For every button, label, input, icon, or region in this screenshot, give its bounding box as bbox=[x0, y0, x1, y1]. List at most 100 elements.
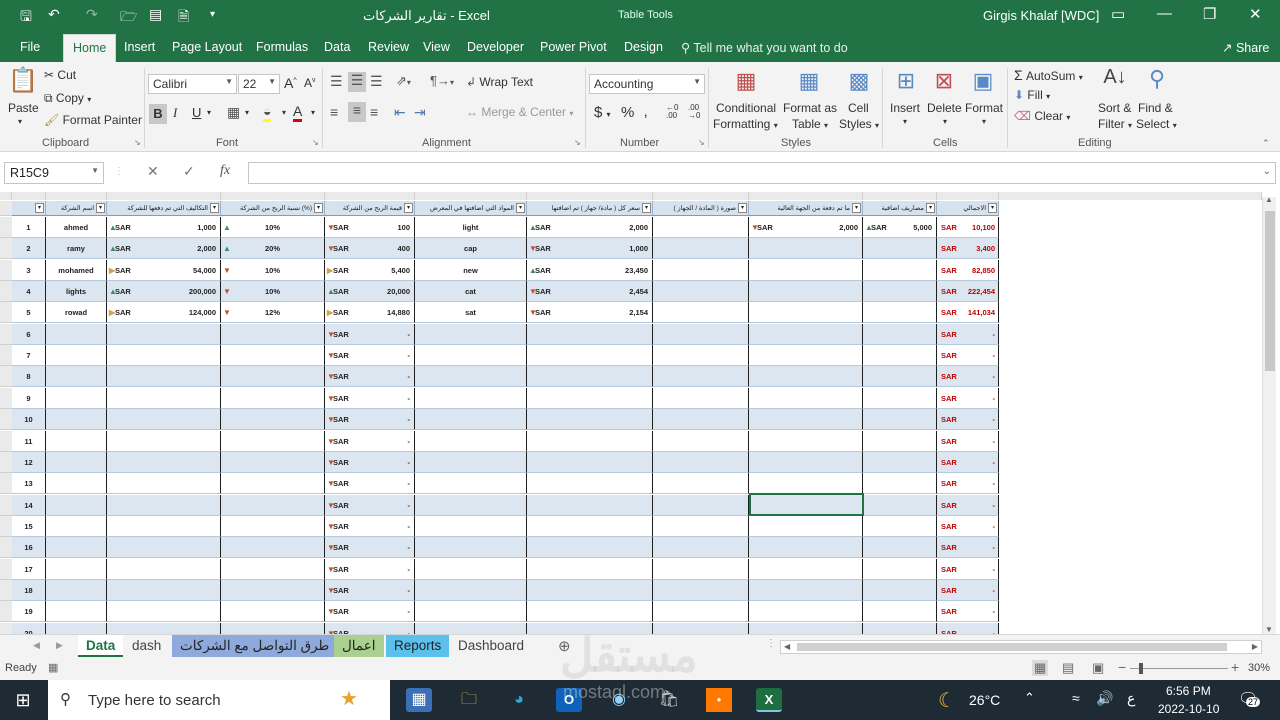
cut-button[interactable]: ✂ Cut bbox=[44, 68, 76, 82]
row-number-cell[interactable]: 6 bbox=[12, 324, 46, 345]
profit-value-cell[interactable]: ▼ SAR - bbox=[325, 623, 415, 634]
company-name-cell[interactable] bbox=[46, 452, 107, 473]
wrap-text-button[interactable]: ↲ Wrap Text bbox=[466, 75, 533, 89]
profit-percent-cell[interactable] bbox=[221, 409, 325, 430]
price-cell[interactable]: ▲ SAR 23,450 bbox=[527, 260, 653, 281]
price-cell[interactable]: ▲ SAR 2,000 bbox=[527, 217, 653, 238]
currency-format-icon[interactable]: $ ▾ bbox=[594, 104, 611, 121]
total-cell[interactable]: SAR - bbox=[937, 601, 999, 622]
input-language[interactable]: ع bbox=[1127, 690, 1135, 707]
italic-button[interactable]: I bbox=[173, 105, 177, 121]
paid-cell[interactable] bbox=[749, 238, 863, 259]
extra-cell[interactable] bbox=[863, 260, 937, 281]
filter-dropdown-icon[interactable]: ▾ bbox=[35, 203, 44, 213]
profit-percent-cell[interactable] bbox=[221, 388, 325, 409]
sort-filter-icon[interactable]: A↓ bbox=[1100, 66, 1130, 96]
item-cell[interactable]: sat bbox=[415, 302, 527, 323]
column-header[interactable] bbox=[107, 192, 221, 200]
row-number-cell[interactable]: 20 bbox=[12, 623, 46, 634]
sort-filter-label-2[interactable]: Filter ▾ bbox=[1098, 117, 1132, 131]
clear-button[interactable]: ⌫ Clear ▾ bbox=[1014, 109, 1070, 123]
tab-review[interactable]: Review bbox=[368, 40, 409, 54]
conditional-formatting-label-2[interactable]: Formatting ▾ bbox=[713, 117, 778, 131]
price-cell[interactable] bbox=[527, 537, 653, 558]
table-header-cell[interactable]: سعر كل ( مادة/ جهاز ) تم اضافتها ▾ bbox=[527, 201, 653, 216]
formula-input[interactable]: ⌄ bbox=[248, 162, 1276, 184]
paid-cell[interactable] bbox=[749, 260, 863, 281]
collapse-ribbon-icon[interactable]: ⌃ bbox=[1262, 138, 1270, 149]
page-break-view-icon[interactable]: ▣ bbox=[1092, 660, 1104, 676]
macro-record-icon[interactable]: ▦ bbox=[48, 661, 58, 674]
volume-icon[interactable]: 🔊 bbox=[1096, 690, 1113, 707]
sheet-tab-dashboard[interactable]: Dashboard bbox=[450, 635, 532, 657]
row-number-cell[interactable]: 4 bbox=[12, 281, 46, 302]
tab-formulas[interactable]: Formulas bbox=[256, 40, 308, 54]
extra-cell[interactable] bbox=[863, 473, 937, 494]
extra-cell[interactable] bbox=[863, 559, 937, 580]
image-cell[interactable] bbox=[653, 495, 749, 516]
sheet-tab-dash[interactable]: dash bbox=[124, 635, 169, 657]
row-number-cell[interactable]: 8 bbox=[12, 366, 46, 387]
underline-dropdown-icon[interactable]: ▾ bbox=[207, 108, 211, 117]
paid-cell[interactable] bbox=[749, 388, 863, 409]
row-number-cell[interactable]: 12 bbox=[12, 452, 46, 473]
row-number-cell[interactable]: 19 bbox=[12, 601, 46, 622]
profit-percent-cell[interactable]: ▼ 10% bbox=[221, 260, 325, 281]
comma-format-icon[interactable]: ‚ bbox=[644, 103, 647, 120]
profit-value-cell[interactable]: ▼ SAR - bbox=[325, 366, 415, 387]
row-header[interactable] bbox=[0, 345, 12, 366]
decrease-decimal-icon[interactable]: .00 →0 bbox=[688, 104, 700, 120]
insert-cells-icon[interactable]: ⊞ bbox=[892, 68, 920, 96]
profit-percent-cell[interactable] bbox=[221, 366, 325, 387]
cost-cell[interactable]: ▲ SAR 200,000 bbox=[107, 281, 221, 302]
image-cell[interactable] bbox=[653, 601, 749, 622]
paid-cell[interactable] bbox=[749, 431, 863, 452]
paid-cell[interactable] bbox=[749, 366, 863, 387]
orientation-icon[interactable]: ⇗▾ bbox=[396, 73, 411, 89]
profit-percent-cell[interactable] bbox=[221, 601, 325, 622]
close-icon[interactable]: ✕ bbox=[1249, 5, 1262, 23]
item-cell[interactable]: cat bbox=[415, 281, 527, 302]
company-name-cell[interactable] bbox=[46, 345, 107, 366]
paid-cell[interactable] bbox=[749, 281, 863, 302]
shrink-font-icon[interactable]: Av bbox=[304, 76, 316, 90]
profit-percent-cell[interactable] bbox=[221, 345, 325, 366]
total-cell[interactable]: SAR - bbox=[937, 537, 999, 558]
profit-value-cell[interactable]: ▼ SAR - bbox=[325, 495, 415, 516]
profit-value-cell[interactable]: ▼ SAR 400 bbox=[325, 238, 415, 259]
extra-cell[interactable] bbox=[863, 324, 937, 345]
tab-view[interactable]: View bbox=[423, 40, 450, 54]
weather-temperature[interactable]: 26°C bbox=[969, 692, 1000, 708]
borders-dropdown-icon[interactable]: ▾ bbox=[245, 108, 249, 117]
total-cell[interactable]: SAR - bbox=[937, 580, 999, 601]
price-cell[interactable] bbox=[527, 388, 653, 409]
filter-dropdown-icon[interactable]: ▾ bbox=[926, 203, 935, 213]
company-name-cell[interactable] bbox=[46, 388, 107, 409]
horizontal-scrollbar[interactable]: ◀ ▶ bbox=[780, 640, 1262, 654]
align-left-icon[interactable]: ≡ bbox=[330, 104, 338, 120]
cost-cell[interactable] bbox=[107, 366, 221, 387]
paid-cell[interactable] bbox=[749, 324, 863, 345]
extra-cell[interactable] bbox=[863, 388, 937, 409]
row-header[interactable] bbox=[0, 217, 12, 238]
image-cell[interactable] bbox=[653, 217, 749, 238]
extra-cell[interactable] bbox=[863, 601, 937, 622]
company-name-cell[interactable]: lights bbox=[46, 281, 107, 302]
cost-cell[interactable] bbox=[107, 559, 221, 580]
row-number-cell[interactable]: 14 bbox=[12, 495, 46, 516]
row-number-cell[interactable]: 18 bbox=[12, 580, 46, 601]
cost-cell[interactable]: ▶ SAR 124,000 bbox=[107, 302, 221, 323]
total-cell[interactable]: SAR 10,100 bbox=[937, 217, 999, 238]
item-cell[interactable] bbox=[415, 559, 527, 580]
table-header-cell[interactable]: نسبة الربح من الشركة (%) ▾ bbox=[221, 201, 325, 216]
table-header-cell[interactable]: المواد التي اضافتها في المعرض ▾ bbox=[415, 201, 527, 216]
profit-percent-cell[interactable] bbox=[221, 495, 325, 516]
save-icon[interactable]: 🖫 bbox=[20, 6, 32, 30]
edge-icon[interactable]: ◕ bbox=[506, 688, 532, 712]
price-cell[interactable]: ▼ SAR 1,000 bbox=[527, 238, 653, 259]
price-cell[interactable]: ▼ SAR 2,454 bbox=[527, 281, 653, 302]
total-cell[interactable]: SAR - bbox=[937, 366, 999, 387]
row-header[interactable] bbox=[0, 281, 12, 302]
company-name-cell[interactable] bbox=[46, 409, 107, 430]
item-cell[interactable]: light bbox=[415, 217, 527, 238]
